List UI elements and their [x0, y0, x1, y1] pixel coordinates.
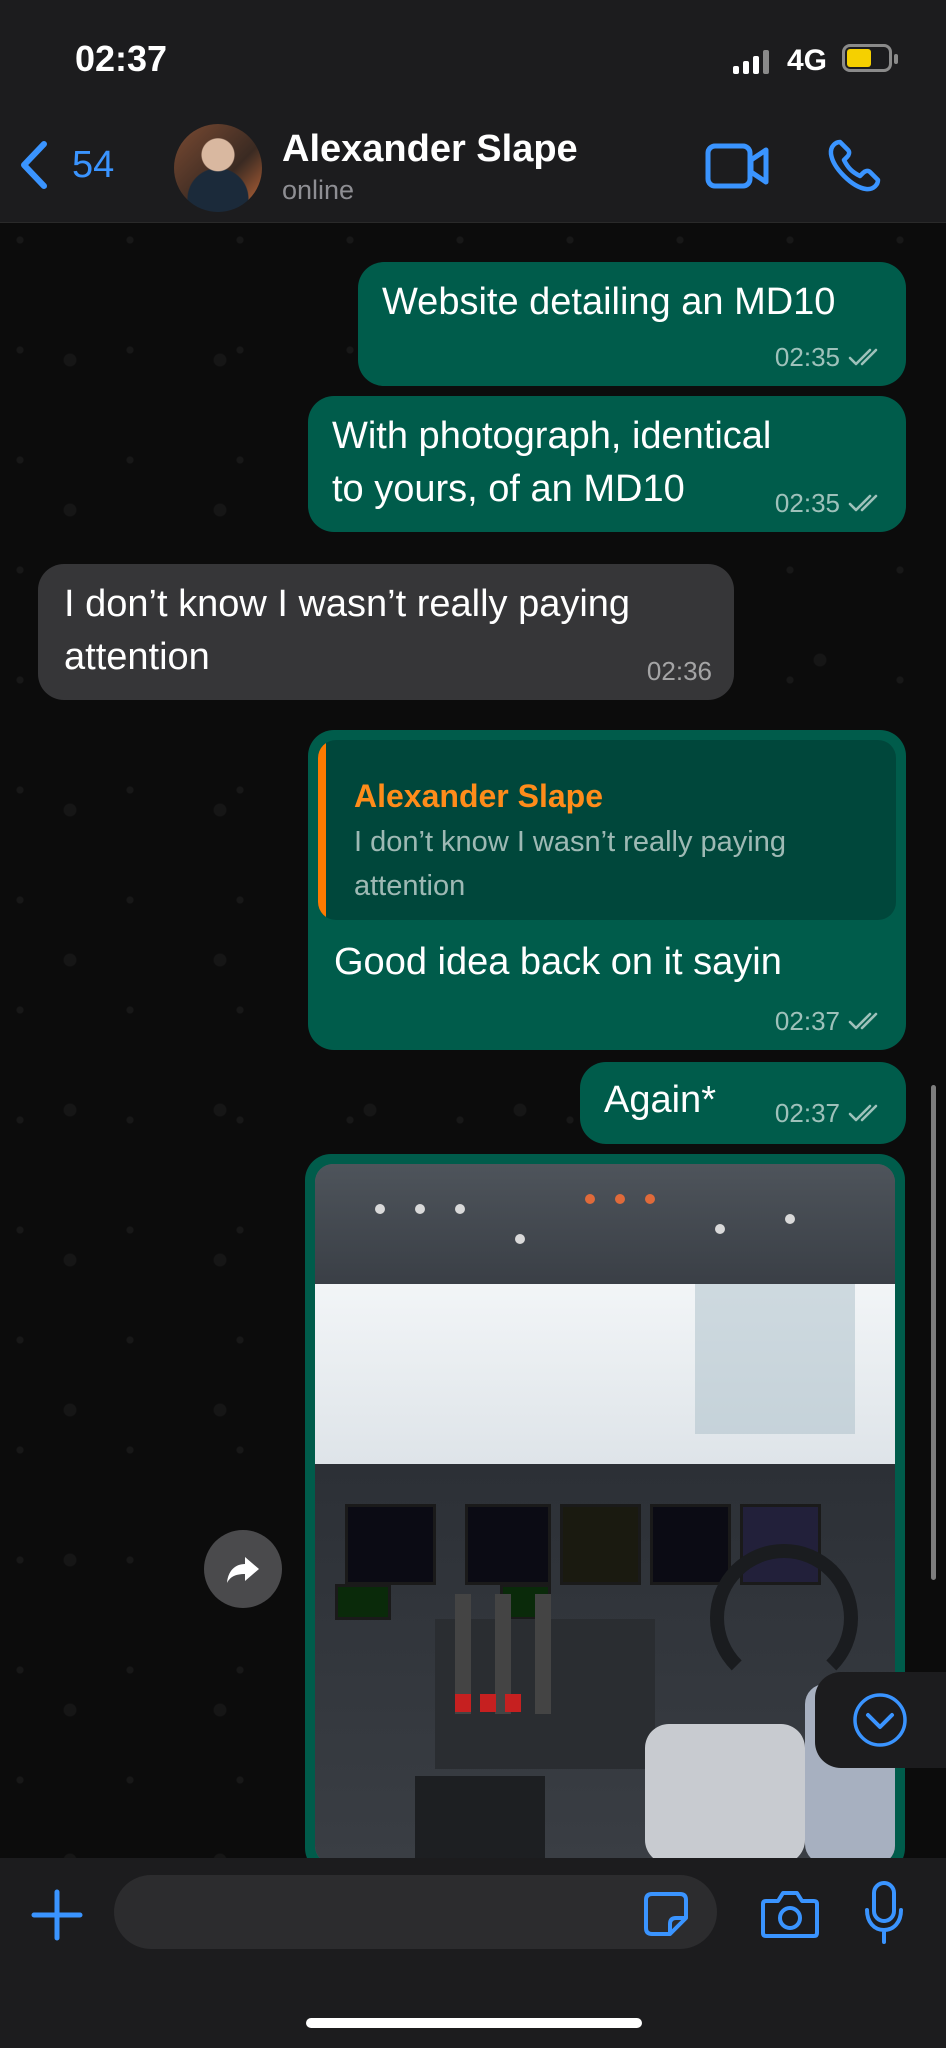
scroll-to-bottom-button[interactable] [815, 1672, 946, 1768]
throttle-lever [535, 1594, 551, 1714]
message-bubble-outgoing[interactable]: Website detailing an MD10 02:35 [358, 262, 906, 386]
window-glare [695, 1284, 855, 1434]
camera-button[interactable] [760, 1887, 820, 1941]
read-receipt-icon [848, 1012, 878, 1030]
scroll-indicator[interactable] [931, 1085, 936, 1580]
display-screen [650, 1504, 731, 1585]
phone-icon [828, 139, 881, 192]
chat-header: 02:37 4G 54 Alexander Slape online [0, 0, 946, 223]
unread-count: 54 [72, 143, 115, 186]
video-icon [705, 143, 769, 189]
voice-call-button[interactable] [826, 138, 882, 194]
reply-accent-bar [318, 740, 326, 920]
read-receipt-icon [848, 494, 878, 512]
signal-icon [733, 50, 769, 74]
display-screen [560, 1504, 641, 1585]
message-bubble-outgoing[interactable]: Alexander Slape I don’t know I wasn’t re… [308, 730, 906, 1050]
fuel-lever [505, 1694, 521, 1712]
home-indicator [306, 2018, 642, 2028]
network-type: 4G [787, 44, 828, 77]
display-screen [335, 1584, 391, 1620]
cockpit-photo[interactable] [315, 1164, 895, 1864]
sticker-button[interactable] [642, 1890, 690, 1938]
forward-button[interactable] [204, 1530, 282, 1608]
video-call-button[interactable] [705, 140, 769, 192]
message-input[interactable] [114, 1875, 717, 1949]
microphone-icon [865, 1881, 903, 1944]
quoted-reply[interactable]: Alexander Slape I don’t know I wasn’t re… [318, 740, 896, 920]
avatar[interactable] [174, 124, 262, 212]
display-screen [345, 1504, 436, 1585]
message-time: 02:36 [646, 656, 712, 686]
read-receipt-icon [848, 1104, 878, 1122]
message-bubble-incoming[interactable]: I don’t know I wasn’t really paying atte… [38, 564, 734, 700]
status-time: 02:37 [75, 38, 168, 79]
pilot-seat [645, 1724, 805, 1864]
chevron-left-icon [21, 141, 47, 189]
battery-icon [842, 44, 898, 72]
chevron-down-icon [853, 1693, 907, 1747]
contact-name[interactable]: Alexander Slape [282, 128, 578, 171]
message-text: I don’t know I wasn’t really paying atte… [64, 583, 631, 678]
message-text: With photograph, identical to yours, of … [332, 415, 772, 510]
message-bubble-outgoing[interactable]: With photograph, identical to yours, of … [308, 396, 906, 532]
sticker-icon [644, 1892, 688, 1936]
message-time: 02:37 [774, 1006, 840, 1036]
read-receipt-icon [848, 348, 878, 366]
fmc-keypad [415, 1776, 545, 1864]
contact-status: online [282, 175, 355, 205]
control-yoke [710, 1544, 858, 1692]
fuel-lever [480, 1694, 496, 1712]
reply-author: Alexander Slape [354, 778, 603, 814]
message-text: Good idea back on it sayin [334, 941, 782, 983]
message-time: 02:37 [774, 1098, 840, 1128]
message-time: 02:35 [774, 342, 840, 372]
image-message[interactable] [305, 1154, 905, 1874]
status-bar: 02:37 4G [0, 0, 946, 120]
display-screen [465, 1504, 551, 1585]
back-button[interactable]: 54 [18, 140, 114, 190]
message-bubble-outgoing[interactable]: Again* 02:37 [580, 1062, 906, 1144]
microphone-button[interactable] [864, 1880, 904, 1946]
camera-icon [761, 1891, 819, 1938]
plus-icon [31, 1889, 83, 1941]
message-text: Website detailing an MD10 [382, 281, 836, 323]
attach-button[interactable] [30, 1888, 84, 1942]
forward-icon [227, 1557, 259, 1583]
fuel-lever [455, 1694, 471, 1712]
message-time: 02:35 [774, 488, 840, 518]
reply-text: I don’t know I wasn’t really paying atte… [354, 826, 786, 902]
overhead-panel [315, 1164, 895, 1284]
message-text: Again* [604, 1079, 716, 1121]
